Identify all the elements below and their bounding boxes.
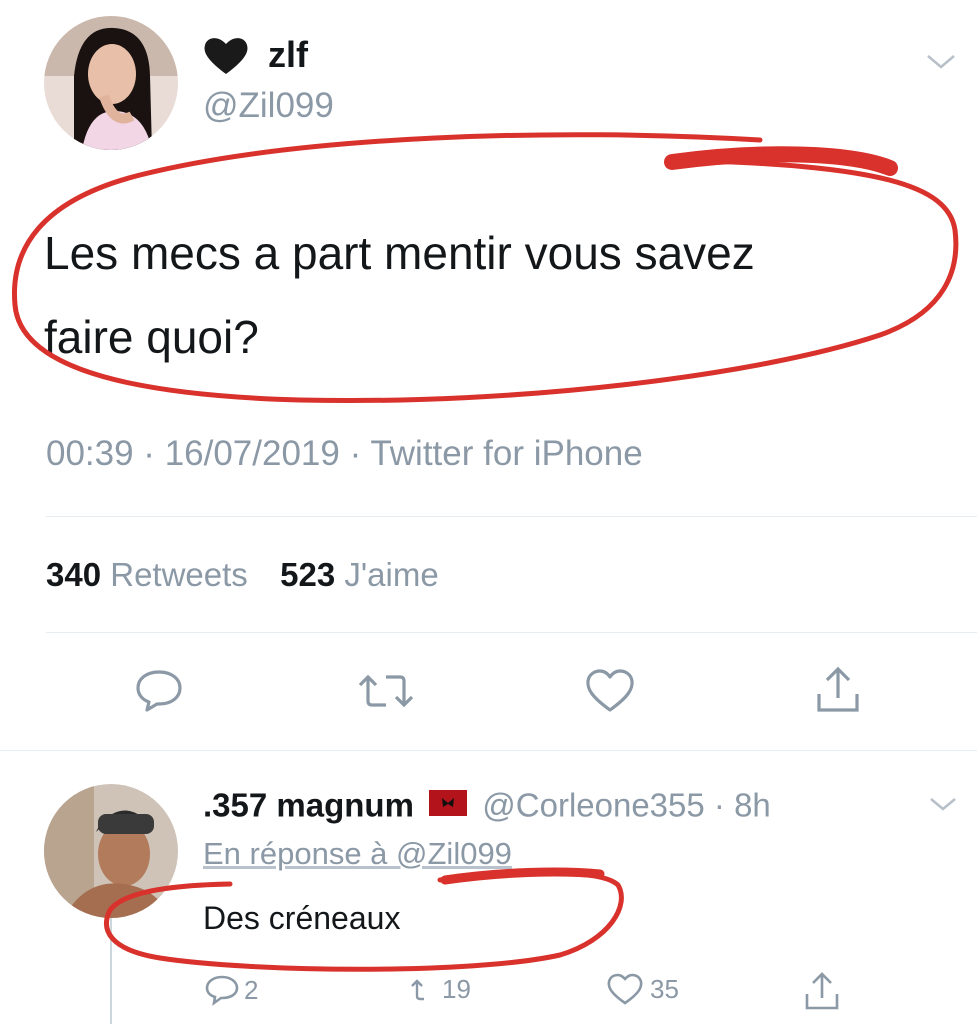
reply-chevron-down-icon[interactable] xyxy=(928,796,958,814)
tweet-text-line-1: Les mecs a part mentir vous savez xyxy=(44,227,755,279)
reply-handle-time[interactable]: @Corleone355 · 8h xyxy=(482,787,771,824)
likes-label[interactable]: J'aime xyxy=(344,556,438,593)
retweets-label[interactable]: Retweets xyxy=(110,556,248,593)
annotation-stroke-tweet xyxy=(664,146,898,176)
heart-emoji: 🖤 xyxy=(203,36,249,76)
reply-count: 2 xyxy=(244,974,259,1005)
reply-author-name[interactable]: .357 magnum xyxy=(203,787,414,824)
divider xyxy=(46,516,977,517)
chevron-down-icon[interactable] xyxy=(924,52,958,72)
like-count: 35 xyxy=(650,973,679,1004)
share-icon[interactable] xyxy=(813,664,863,716)
tweet-stats: 340 Retweets 523 J'aime xyxy=(46,556,439,594)
reply-action-retweet[interactable]: 19 xyxy=(408,974,471,1005)
author-display-name[interactable]: zlf xyxy=(268,34,308,76)
retweet-icon xyxy=(408,976,440,1004)
flag-icon xyxy=(429,786,468,824)
retweet-icon[interactable] xyxy=(354,671,418,711)
reply-header: .357 magnum @Corleone355 · 8h xyxy=(203,786,771,830)
reply-thread-line xyxy=(110,918,112,1024)
like-icon xyxy=(606,972,644,1006)
reply-icon[interactable] xyxy=(133,668,185,714)
author-handle[interactable]: @Zil099 xyxy=(203,86,334,126)
reply-action-reply[interactable]: 2 xyxy=(204,974,258,1006)
retweets-count[interactable]: 340 xyxy=(46,556,101,593)
in-reply-to[interactable]: En réponse à @Zil099 xyxy=(203,836,512,872)
divider xyxy=(0,750,977,751)
reply-share-icon[interactable] xyxy=(803,970,841,1012)
author-avatar[interactable] xyxy=(44,16,178,150)
reply-text: Des créneaux xyxy=(203,900,401,936)
reply-icon xyxy=(204,974,240,1006)
tweet-text-line-2: faire quoi? xyxy=(44,311,259,363)
annotation-stroke-reply xyxy=(440,867,605,885)
divider xyxy=(46,632,977,633)
reply-action-like[interactable]: 35 xyxy=(606,972,679,1006)
reply-author-avatar[interactable] xyxy=(44,784,178,918)
likes-count[interactable]: 523 xyxy=(280,556,335,593)
tweet-timestamp: 00:39 · 16/07/2019 · Twitter for iPhone xyxy=(46,434,643,473)
like-icon[interactable] xyxy=(584,668,636,714)
retweet-count: 19 xyxy=(442,974,471,1004)
